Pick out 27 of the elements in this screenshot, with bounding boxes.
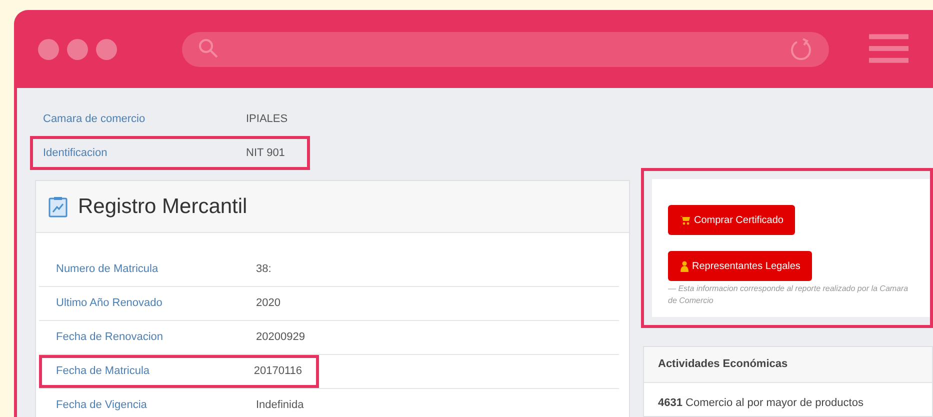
field-value: 20170116 — [254, 364, 302, 380]
field-label: Fecha de Matricula — [56, 364, 151, 380]
field-value: 38: — [256, 262, 272, 278]
field-label: Camara de comercio — [43, 112, 146, 127]
field-label: Identificacion — [43, 146, 108, 161]
field-value: 2020 — [256, 296, 280, 312]
chart-clipboard-icon — [48, 196, 68, 218]
menu-icon[interactable] — [869, 34, 909, 64]
address-bar[interactable] — [182, 32, 830, 66]
note-text: — Esta informacion corresponde al reporte realizado por la Camara de Comercio — [668, 283, 910, 307]
field-value: IPIALES — [246, 112, 288, 127]
reload-icon[interactable] — [789, 37, 814, 61]
cart-icon — [680, 215, 691, 225]
card-title: Registro Mercantil — [78, 194, 248, 220]
person-icon — [680, 260, 689, 272]
field-label: Ultimo Año Renovado — [56, 296, 164, 312]
action-button[interactable]: Comprar Certificado — [668, 205, 796, 235]
action-button[interactable]: Representantes Legales — [668, 251, 812, 281]
field-label: Fecha de Renovacion — [56, 330, 164, 346]
card-title: Actividades Económicas — [658, 357, 788, 372]
field-value: 20200929 — [256, 330, 305, 346]
activity-text: 4631 Comercio al por mayor de productos — [657, 396, 864, 411]
field-value: Indefinida — [256, 398, 304, 414]
field-label: Numero de Matricula — [56, 262, 160, 278]
search-icon — [198, 38, 220, 60]
field-label: Fecha de Vigencia — [56, 398, 148, 414]
field-value: NIT 901 — [246, 146, 285, 161]
